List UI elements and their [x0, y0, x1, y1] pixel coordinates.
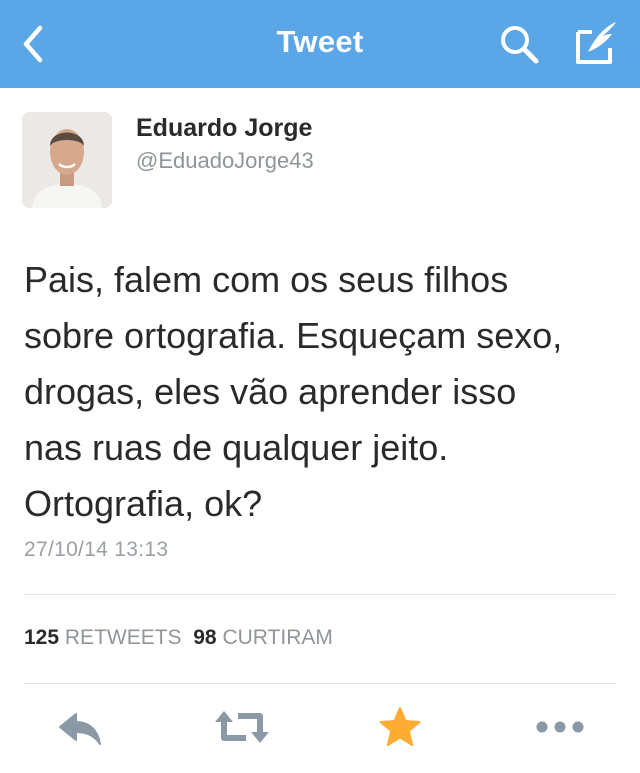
compose-icon [576, 22, 616, 64]
more-button[interactable] [530, 700, 590, 754]
tweet-text: Pais, falem com os seus filhos sobre ort… [24, 259, 563, 524]
tweet-detail-screen: Tweet Eduardo Jorge @EduadoJorge43 Pais,… [0, 0, 640, 773]
compose-button[interactable] [570, 18, 624, 70]
retweets-label: RETWEETS [64, 626, 182, 649]
retweets-count: 125 [24, 626, 60, 649]
reply-icon [59, 713, 101, 745]
reply-button[interactable] [52, 700, 108, 754]
likes-stat[interactable]: 98 CURTIRAM [193, 626, 333, 649]
star-icon [379, 707, 421, 746]
profile-photo [22, 112, 112, 208]
more-icon [536, 721, 584, 733]
retweets-stat[interactable]: 125 RETWEETS [24, 626, 182, 649]
likes-count: 98 [193, 626, 217, 649]
author-handle[interactable]: @EduadoJorge43 [136, 148, 314, 174]
tweet-stats: 125 RETWEETS 98 CURTIRAM [24, 626, 333, 650]
search-button[interactable] [496, 22, 546, 66]
search-icon [501, 26, 539, 64]
tweet-timestamp: 27/10/14 13:13 [24, 538, 169, 561]
author-name[interactable]: Eduardo Jorge [136, 114, 312, 143]
likes-label: CURTIRAM [222, 626, 333, 649]
avatar[interactable] [22, 112, 112, 208]
divider [24, 594, 616, 595]
retweet-button[interactable] [210, 700, 274, 754]
divider [24, 683, 616, 684]
navigation-bar: Tweet [0, 0, 640, 88]
favorite-button[interactable] [372, 700, 428, 754]
retweet-icon [215, 711, 269, 743]
